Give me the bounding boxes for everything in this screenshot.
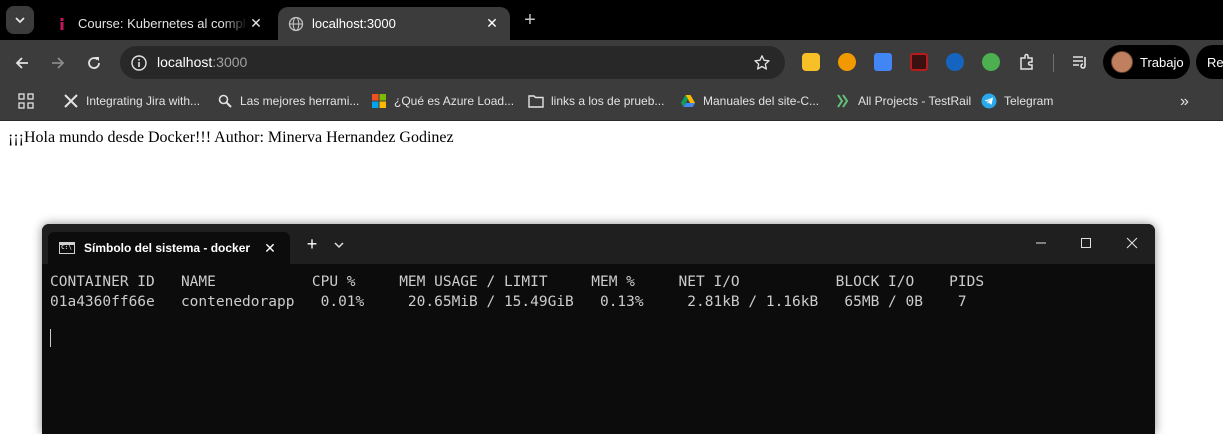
tab-course[interactable]: Course: Kubernetes al completo ✕ xyxy=(44,7,274,40)
terminal-output[interactable]: CONTAINER ID NAME CPU % MEM USAGE / LIMI… xyxy=(50,272,984,312)
ext-blue-icon[interactable] xyxy=(946,53,964,71)
toolbar-separator xyxy=(1053,54,1054,72)
google-drive-icon xyxy=(680,93,696,109)
command-prompt-icon: C:\ xyxy=(59,242,75,254)
magnifier-icon xyxy=(217,93,233,109)
terminal-window: C:\ Símbolo del sistema - docker ✕ + CON… xyxy=(42,224,1155,434)
folder-icon xyxy=(528,93,544,109)
second-profile-button[interactable]: Rei xyxy=(1196,45,1223,79)
docker-stats-row: 01a4360ff66e contenedorapp 0.01% 20.65Mi… xyxy=(50,294,967,310)
bookmark-label: links a los de prueb... xyxy=(551,94,665,108)
apps-button[interactable] xyxy=(18,92,34,110)
reload-button[interactable] xyxy=(81,50,107,76)
testrail-icon xyxy=(835,93,851,109)
minimize-icon xyxy=(1036,242,1046,244)
tab-strip: Course: Kubernetes al completo ✕ localho… xyxy=(0,0,1223,40)
google-translate-icon[interactable] xyxy=(874,53,892,71)
terminal-tab[interactable]: C:\ Símbolo del sistema - docker ✕ xyxy=(48,232,290,264)
bookmark-herramientas[interactable]: Las mejores herrami... xyxy=(217,92,359,110)
url-port: :3000 xyxy=(212,54,248,70)
forward-arrow-icon xyxy=(52,57,65,69)
ext-orange-icon[interactable] xyxy=(838,53,856,71)
avatar xyxy=(1111,51,1133,73)
tab-title: localhost:3000 xyxy=(312,16,396,31)
tab-title: Course: Kubernetes al completo xyxy=(78,16,248,31)
back-arrow-icon xyxy=(15,57,28,69)
reload-icon xyxy=(88,57,100,69)
bookmarks-bar: Integrating Jira with... Las mejores her… xyxy=(0,85,1223,121)
bookmark-jira[interactable]: Integrating Jira with... xyxy=(63,92,200,110)
bookmark-manuales[interactable]: Manuales del site-C... xyxy=(680,92,819,110)
close-icon[interactable]: ✕ xyxy=(248,15,264,32)
ext-green-icon[interactable] xyxy=(982,53,1000,71)
maximize-button[interactable] xyxy=(1076,233,1096,253)
site-info-icon[interactable] xyxy=(130,54,148,72)
profile-label: Trabajo xyxy=(1140,54,1184,70)
apps-grid-icon xyxy=(18,93,34,109)
browser-toolbar: localhost:3000 Trabajo Rei xyxy=(0,40,1223,85)
x-logo-icon xyxy=(63,93,79,109)
close-icon[interactable]: ✕ xyxy=(262,240,278,257)
terminal-cursor xyxy=(50,329,51,347)
close-window-button[interactable] xyxy=(1122,233,1142,253)
url-host: localhost xyxy=(157,54,213,70)
course-favicon-icon xyxy=(54,16,70,32)
telegram-icon xyxy=(981,93,997,109)
bookmark-label: Manuales del site-C... xyxy=(703,94,820,108)
bookmark-telegram[interactable]: Telegram xyxy=(981,92,1053,110)
terminal-tab-title: Símbolo del sistema - docker xyxy=(84,241,251,255)
profile-button[interactable]: Trabajo xyxy=(1103,45,1190,79)
bookmark-label: Integrating Jira with... xyxy=(86,94,201,108)
microsoft-logo-icon xyxy=(371,93,387,109)
page-body-text: ¡¡¡Hola mundo desde Docker!!! Author: Mi… xyxy=(8,129,454,146)
globe-icon xyxy=(288,16,304,32)
url-text[interactable]: localhost:3000 xyxy=(157,54,247,70)
chevron-down-icon[interactable] xyxy=(332,238,346,252)
keep-extension-icon[interactable] xyxy=(802,53,820,71)
terminal-titlebar: C:\ Símbolo del sistema - docker ✕ + xyxy=(42,224,1155,264)
new-terminal-tab-button[interactable]: + xyxy=(304,234,320,255)
pdf-extension-icon[interactable] xyxy=(910,53,928,71)
bookmark-label: Las mejores herrami... xyxy=(240,94,360,108)
address-bar[interactable]: localhost:3000 xyxy=(120,46,785,79)
chevron-down-icon xyxy=(15,17,25,24)
docker-stats-header: CONTAINER ID NAME CPU % MEM USAGE / LIMI… xyxy=(50,274,985,290)
maximize-icon xyxy=(1081,238,1091,248)
profile-label: Rei xyxy=(1207,54,1223,70)
bookmark-label: ¿Qué es Azure Load... xyxy=(394,94,515,108)
bookmark-star-icon[interactable] xyxy=(753,54,771,72)
tab-search-button[interactable] xyxy=(6,6,34,34)
bookmark-label: All Projects - TestRail xyxy=(858,94,972,108)
close-icon xyxy=(1126,237,1138,249)
bookmark-testrail[interactable]: All Projects - TestRail xyxy=(835,92,971,110)
extensions-puzzle-icon[interactable] xyxy=(1018,53,1036,71)
close-icon[interactable]: ✕ xyxy=(484,15,500,32)
forward-button[interactable] xyxy=(45,50,71,76)
media-controls-icon[interactable] xyxy=(1071,53,1089,71)
minimize-button[interactable] xyxy=(1031,233,1051,253)
bookmarks-overflow-button[interactable]: » xyxy=(1180,93,1189,111)
back-button[interactable] xyxy=(9,50,35,76)
bookmark-links-folder[interactable]: links a los de prueb... xyxy=(528,92,664,110)
new-tab-button[interactable]: + xyxy=(520,10,540,30)
tab-localhost[interactable]: localhost:3000 ✕ xyxy=(278,7,510,40)
bookmark-label: Telegram xyxy=(1004,94,1054,108)
bookmark-azure[interactable]: ¿Qué es Azure Load... xyxy=(371,92,514,110)
